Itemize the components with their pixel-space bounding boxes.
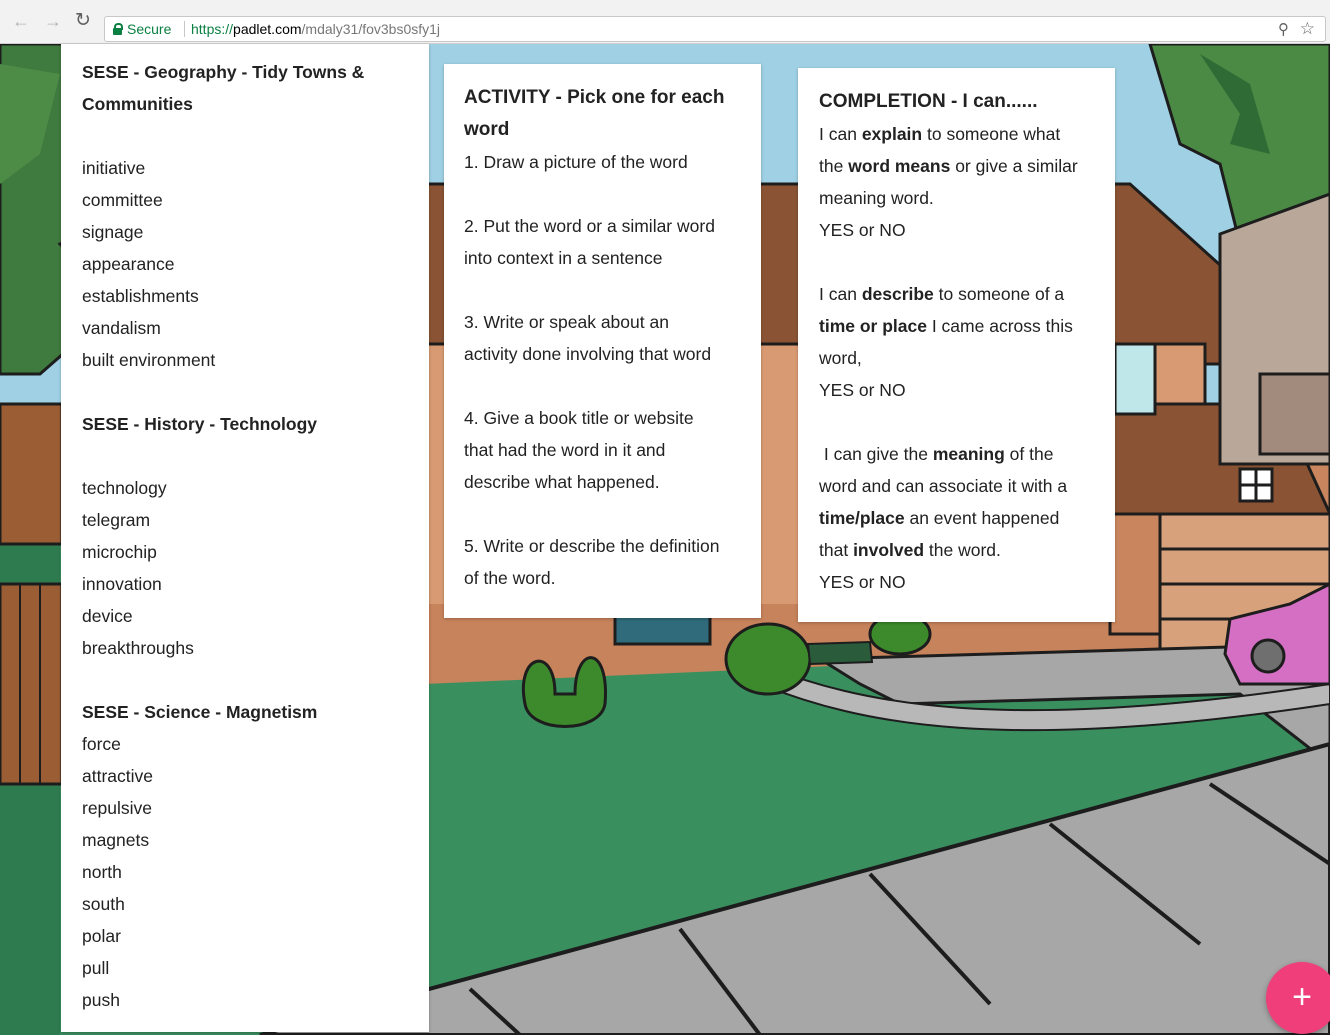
completion-line: that involved the word. bbox=[819, 540, 1001, 560]
browser-toolbar: ← → ↻ Secure https://padlet.com/mdaly31/… bbox=[0, 0, 1330, 44]
word-item: initiative bbox=[82, 158, 146, 178]
address-separator bbox=[184, 21, 185, 37]
completion-line: word and can associate it with a bbox=[819, 476, 1068, 496]
word-item: vandalism bbox=[82, 318, 161, 338]
word-item: committee bbox=[82, 190, 163, 210]
word-item: force bbox=[82, 734, 121, 754]
post-activity[interactable]: ACTIVITY - Pick one for each word 1. Dra… bbox=[444, 64, 761, 618]
word-item: device bbox=[82, 606, 133, 626]
activity-line: into context in a sentence bbox=[464, 248, 663, 268]
word-item: telegram bbox=[82, 510, 151, 530]
forward-arrow-icon[interactable]: → bbox=[42, 10, 64, 32]
word-item: breakthroughs bbox=[82, 638, 194, 658]
completion-line: the word means or give a similar bbox=[819, 156, 1078, 176]
completion-line: time/place an event happened bbox=[819, 508, 1060, 528]
reload-icon[interactable]: ↻ bbox=[72, 10, 94, 32]
word-item: north bbox=[82, 862, 122, 882]
activity-line: activity done involving that word bbox=[464, 344, 712, 364]
post-completion[interactable]: COMPLETION - I can...... I can explain t… bbox=[798, 68, 1115, 622]
activity-line: that had the word in it and bbox=[464, 440, 666, 460]
word-item: pull bbox=[82, 958, 110, 978]
word-item: establishments bbox=[82, 286, 199, 306]
activity-line bbox=[464, 498, 741, 530]
address-bar[interactable]: Secure https://padlet.com/mdaly31/fov3bs… bbox=[104, 16, 1326, 42]
url-text[interactable]: https://padlet.com/mdaly31/fov3bs0sfy1j bbox=[191, 21, 440, 37]
activity-line: 5. Write or describe the definition bbox=[464, 536, 720, 556]
section-heading-history: SESE - History - Technology bbox=[82, 414, 317, 434]
completion-line: time or place I came across this bbox=[819, 316, 1073, 336]
activity-line: 3. Write or speak about an bbox=[464, 312, 669, 332]
word-item: polar bbox=[82, 926, 121, 946]
post-title: SESE - Geography - Tidy Towns & Communit… bbox=[82, 62, 365, 114]
word-item: innovation bbox=[82, 574, 162, 594]
completion-line: I can explain to someone what bbox=[819, 124, 1061, 144]
word-item: attractive bbox=[82, 766, 153, 786]
activity-line bbox=[464, 274, 741, 306]
word-item: south bbox=[82, 894, 125, 914]
post-body: I can explain to someone what the word m… bbox=[819, 118, 1095, 598]
plus-icon: + bbox=[1292, 978, 1312, 1016]
post-body: initiative committee signage appearance … bbox=[82, 120, 408, 1016]
word-item: microchip bbox=[82, 542, 157, 562]
post-title: ACTIVITY - Pick one for each word bbox=[464, 87, 725, 140]
word-item: built environment bbox=[82, 350, 216, 370]
post-title: COMPLETION - I can...... bbox=[819, 91, 1038, 112]
activity-line bbox=[464, 178, 741, 210]
completion-answer: YES or NO bbox=[819, 220, 906, 240]
activity-line bbox=[464, 370, 741, 402]
completion-answer: YES or NO bbox=[819, 380, 906, 400]
back-arrow-icon[interactable]: ← bbox=[10, 10, 32, 32]
word-item: magnets bbox=[82, 830, 150, 850]
completion-line: I can describe to someone of a bbox=[819, 284, 1065, 304]
lock-icon bbox=[113, 23, 123, 35]
section-heading-science: SESE - Science - Magnetism bbox=[82, 702, 318, 722]
completion-line: word, bbox=[819, 348, 862, 368]
completion-answer: YES or NO bbox=[819, 572, 906, 592]
activity-line: 4. Give a book title or website bbox=[464, 408, 694, 428]
activity-line: of the word. bbox=[464, 568, 556, 588]
activity-line: 2. Put the word or a similar word bbox=[464, 216, 715, 236]
star-icon[interactable]: ☆ bbox=[1300, 19, 1315, 39]
word-item: signage bbox=[82, 222, 144, 242]
post-body: 1. Draw a picture of the word 2. Put the… bbox=[464, 146, 741, 594]
post-sese-word-lists[interactable]: SESE - Geography - Tidy Towns & Communit… bbox=[61, 44, 429, 1032]
zoom-icon[interactable]: ⚲ bbox=[1278, 20, 1289, 38]
word-item: push bbox=[82, 990, 120, 1010]
activity-line: 1. Draw a picture of the word bbox=[464, 152, 688, 172]
word-item: appearance bbox=[82, 254, 175, 274]
secure-label: Secure bbox=[127, 21, 172, 37]
completion-line: meaning word. bbox=[819, 188, 934, 208]
word-item: technology bbox=[82, 478, 167, 498]
add-post-button[interactable]: + bbox=[1266, 962, 1330, 1034]
completion-line: I can give the meaning of the bbox=[819, 444, 1054, 464]
word-item: repulsive bbox=[82, 798, 153, 818]
activity-line: describe what happened. bbox=[464, 472, 660, 492]
